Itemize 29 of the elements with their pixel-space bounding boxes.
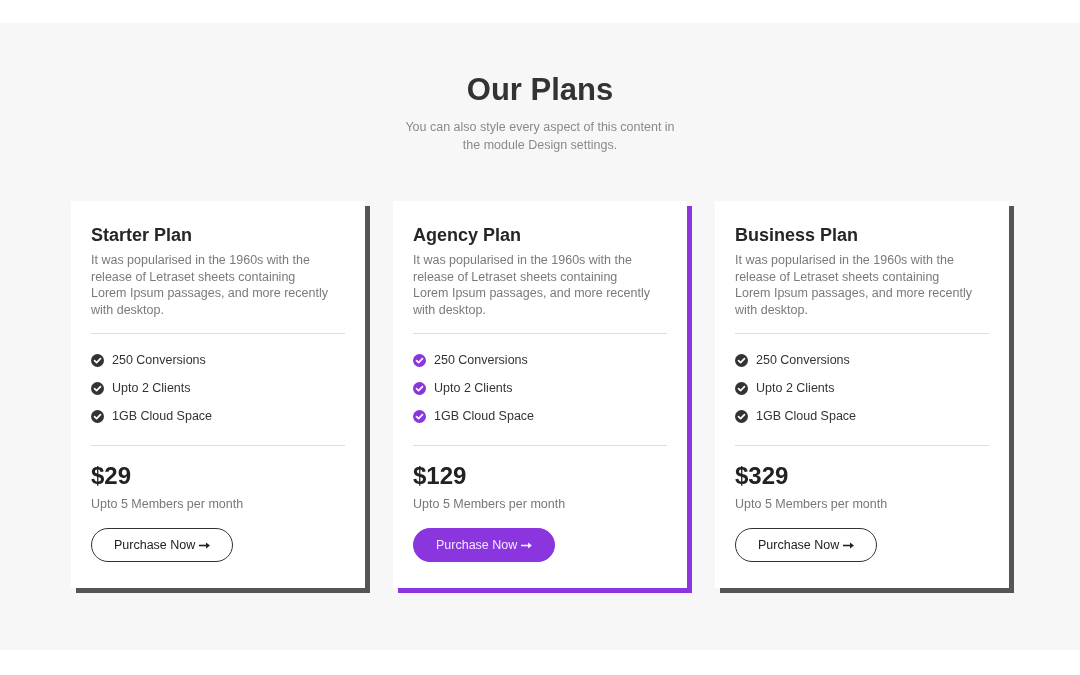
plan-name: Agency Plan [413,224,522,247]
purchase-button[interactable]: Purchase Now [91,528,234,562]
price-note: Upto 5 Members per month [413,496,566,513]
plan-description: It was popularised in the 1960s with the release of Letraset sheets containing Lorem Ipsum passages, and more recently with desktop. [735,252,973,318]
plan-price: $329 [735,461,789,491]
section-subtitle: You can also style every aspect of this content in the module Design settings. [404,119,676,154]
feature-text: 250 Conversions [434,353,528,367]
feature-text: 1GB Cloud Space [434,409,535,423]
feature-text: 250 Conversions [756,353,850,367]
purchase-button[interactable]: Purchase Now [735,528,878,562]
price-note: Upto 5 Members per month [91,496,244,513]
plan-name: Starter Plan [91,224,193,247]
price-note: Upto 5 Members per month [735,496,888,513]
plan-price: $29 [91,461,132,491]
feature-text: 1GB Cloud Space [112,409,213,423]
feature-text: Upto 2 Clients [756,381,835,395]
plan-price: $129 [413,461,467,491]
plan-description: It was popularised in the 1960s with the release of Letraset sheets containing Lorem Ipsum passages, and more recently with desktop. [413,252,651,318]
arrow-right-icon [521,541,533,549]
plan-name: Business Plan [735,224,859,247]
purchase-button[interactable]: Purchase Now [413,528,556,562]
feature-text: 1GB Cloud Space [756,409,857,423]
feature-text: Upto 2 Clients [112,381,191,395]
plan-description: It was popularised in the 1960s with the release of Letraset sheets containing Lorem Ipsum passages, and more recently with desktop. [91,252,329,318]
arrow-right-icon [199,541,211,549]
feature-text: Upto 2 Clients [434,381,513,395]
feature-text: 250 Conversions [112,353,206,367]
section-title: Our Plans [466,72,614,108]
arrow-right-icon [843,541,855,549]
